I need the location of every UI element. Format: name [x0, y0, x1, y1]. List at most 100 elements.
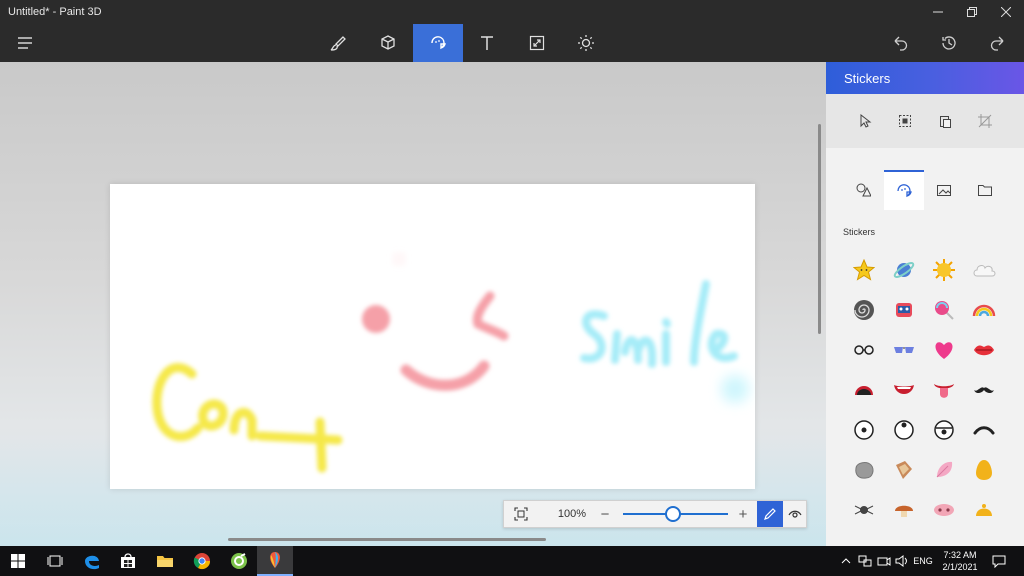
canvas-resize-icon — [529, 35, 545, 51]
taskbar-greenshot[interactable] — [221, 546, 257, 576]
tool-3d-shapes[interactable] — [364, 24, 412, 62]
section-label: Stickers — [843, 227, 876, 237]
tray-clock[interactable]: 7:32 AM 2/1/2021 — [938, 549, 982, 573]
menu-button[interactable] — [1, 24, 49, 62]
tray-network[interactable] — [856, 546, 874, 576]
sticker-pig-nose[interactable] — [924, 490, 964, 530]
sticker-face-icon — [897, 184, 912, 198]
tab-shapes[interactable] — [843, 170, 883, 210]
fit-to-screen-button[interactable] — [508, 501, 534, 527]
select-all-button[interactable] — [893, 109, 917, 133]
sticker-lollipop[interactable] — [924, 290, 964, 330]
sticker-robot[interactable] — [884, 290, 924, 330]
store-icon — [121, 553, 135, 568]
zoom-slider-thumb[interactable] — [665, 506, 681, 522]
tray-meet-now[interactable] — [875, 546, 893, 576]
vertical-scrollbar[interactable] — [818, 124, 821, 334]
taskbar-paint3d[interactable] — [257, 546, 293, 576]
sticker-glasses[interactable] — [844, 330, 884, 370]
taskbar-edge[interactable] — [74, 546, 110, 576]
hamburger-menu-icon — [18, 37, 32, 49]
paste-button[interactable] — [933, 109, 957, 133]
wifi-icon — [877, 557, 891, 566]
sticker-cloud[interactable] — [964, 250, 1004, 290]
tool-stickers[interactable] — [413, 24, 463, 62]
close-button[interactable] — [989, 0, 1023, 24]
sticker-eye-up[interactable] — [884, 410, 924, 450]
clock-date: 2/1/2021 — [942, 562, 978, 572]
sticker-rainbow[interactable] — [964, 290, 1004, 330]
sticker-eye-lid[interactable] — [924, 410, 964, 450]
volume-icon — [895, 555, 907, 567]
greenshot-icon — [231, 553, 247, 569]
sticker-star[interactable] — [844, 250, 884, 290]
sticker-feather[interactable] — [924, 450, 964, 490]
sticker-mouth-frown[interactable] — [844, 370, 884, 410]
drawing — [152, 254, 749, 473]
zoom-in-button[interactable]: + — [733, 501, 753, 527]
tray-language[interactable]: ENG — [911, 546, 935, 576]
sticker-heart[interactable] — [924, 330, 964, 370]
tray-overflow-button[interactable] — [838, 546, 854, 576]
sticker-spiral[interactable] — [844, 290, 884, 330]
sticker-planet[interactable] — [884, 250, 924, 290]
minimize-icon — [933, 11, 943, 13]
tool-text[interactable] — [463, 24, 511, 62]
history-button[interactable] — [925, 24, 973, 62]
sticker-tongue[interactable] — [924, 370, 964, 410]
sticker-bell[interactable] — [964, 490, 1004, 530]
brush-icon — [330, 36, 346, 51]
tray-volume[interactable] — [893, 546, 911, 576]
tab-custom[interactable] — [965, 170, 1005, 210]
restore-button[interactable] — [955, 0, 989, 24]
taskbar-chrome[interactable] — [184, 546, 220, 576]
task-view-icon — [47, 555, 63, 567]
sticker-eye-center[interactable] — [844, 410, 884, 450]
zoom-bar: 100% − + — [503, 500, 807, 528]
select-icon — [860, 114, 872, 128]
sticker-eyebrow[interactable] — [964, 410, 1004, 450]
tool-effects[interactable] — [562, 24, 610, 62]
sticker-chocolate[interactable] — [884, 450, 924, 490]
undo-button[interactable] — [876, 24, 924, 62]
text-icon — [481, 36, 493, 50]
edge-icon — [85, 555, 99, 570]
select-button[interactable] — [853, 109, 877, 133]
tool-brushes[interactable] — [314, 24, 362, 62]
sticker-mouth-grin[interactable] — [884, 370, 924, 410]
taskbar-file-explorer[interactable] — [147, 546, 183, 576]
clock-time: 7:32 AM — [943, 550, 977, 560]
minimize-button[interactable] — [921, 0, 955, 24]
sticker-mushroom[interactable] — [884, 490, 924, 530]
sticker-spider[interactable] — [844, 490, 884, 530]
task-view-button[interactable] — [37, 546, 73, 576]
zoom-out-button[interactable]: − — [596, 501, 614, 527]
sticker-lips[interactable] — [964, 330, 1004, 370]
sticker-egg[interactable] — [964, 450, 1004, 490]
sticker-sun[interactable] — [924, 250, 964, 290]
action-center-button[interactable] — [989, 546, 1009, 576]
sticker-mustache[interactable] — [964, 370, 1004, 410]
network-icon — [858, 555, 872, 567]
edit-view-button[interactable] — [757, 501, 783, 527]
tab-stickers[interactable] — [884, 170, 924, 210]
sticker-rock[interactable] — [844, 450, 884, 490]
drawing-canvas[interactable] — [110, 184, 755, 489]
taskbar-store[interactable] — [110, 546, 146, 576]
redo-button[interactable] — [974, 24, 1022, 62]
panel-title: Stickers — [826, 62, 1024, 94]
pencil-icon — [764, 508, 776, 520]
sticker-sunglasses[interactable] — [884, 330, 924, 370]
workspace[interactable] — [0, 62, 826, 546]
panel-tabs — [826, 148, 1024, 212]
crop-icon — [978, 114, 992, 128]
taskbar: ENG 7:32 AM 2/1/2021 — [0, 546, 1024, 576]
crop-button[interactable] — [973, 109, 997, 133]
windows-start-icon — [11, 554, 25, 568]
view-3d-button[interactable] — [783, 501, 807, 527]
tab-textures[interactable] — [924, 170, 964, 210]
close-icon — [1001, 7, 1011, 17]
tool-canvas[interactable] — [513, 24, 561, 62]
start-button[interactable] — [0, 546, 36, 576]
horizontal-scrollbar[interactable] — [228, 538, 546, 541]
